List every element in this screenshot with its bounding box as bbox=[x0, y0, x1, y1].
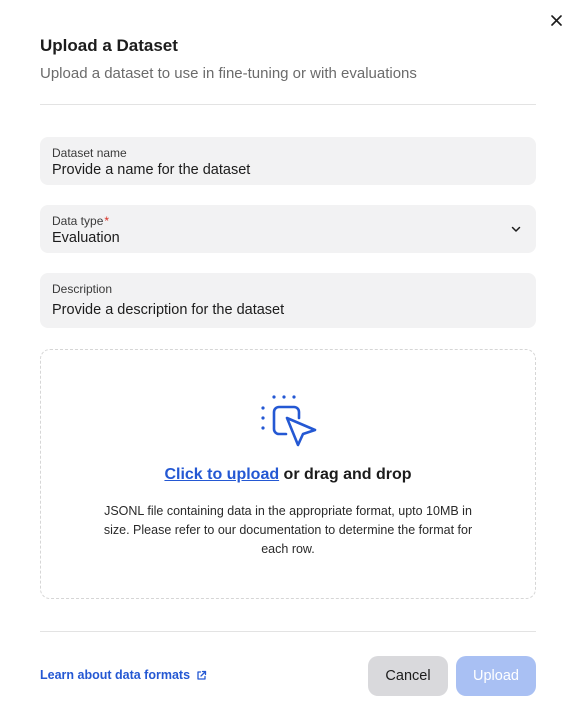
learn-data-formats-link[interactable]: Learn about data formats bbox=[40, 668, 207, 682]
dataset-name-input[interactable]: Provide a name for the dataset bbox=[52, 162, 524, 178]
close-icon bbox=[550, 14, 562, 26]
dialog-title: Upload a Dataset bbox=[40, 36, 178, 55]
upload-prompt: Click to upload or drag and drop bbox=[40, 466, 536, 484]
drag-drop-text: or drag and drop bbox=[279, 466, 412, 483]
cancel-button[interactable]: Cancel bbox=[368, 656, 448, 696]
data-type-label-text: Data type bbox=[52, 214, 104, 228]
chevron-down-icon bbox=[511, 226, 521, 232]
description-input[interactable]: Provide a description for the dataset bbox=[52, 302, 524, 318]
dataset-name-label: Dataset name bbox=[52, 146, 127, 160]
footer-divider bbox=[40, 631, 536, 632]
description-field[interactable]: Description Provide a description for th… bbox=[40, 273, 536, 328]
upload-button[interactable]: Upload bbox=[456, 656, 536, 696]
data-type-select[interactable]: Data type* Evaluation bbox=[40, 205, 536, 253]
upload-dataset-dialog: Upload a Dataset Upload a dataset to use… bbox=[0, 0, 576, 720]
close-button[interactable] bbox=[546, 10, 566, 30]
required-marker: * bbox=[104, 214, 110, 228]
click-select-icon bbox=[261, 395, 317, 447]
dataset-name-field[interactable]: Dataset name Provide a name for the data… bbox=[40, 137, 536, 185]
external-link-icon bbox=[197, 670, 207, 680]
click-to-upload-link[interactable]: Click to upload bbox=[164, 466, 279, 483]
learn-data-formats-label: Learn about data formats bbox=[40, 668, 191, 682]
upload-help-text: JSONL file containing data in the approp… bbox=[103, 504, 473, 556]
header-divider bbox=[40, 104, 536, 105]
data-type-label: Data type* bbox=[52, 214, 524, 228]
description-label: Description bbox=[52, 282, 113, 296]
dialog-subtitle: Upload a dataset to use in fine-tuning o… bbox=[40, 65, 417, 82]
data-type-value: Evaluation bbox=[52, 230, 120, 246]
